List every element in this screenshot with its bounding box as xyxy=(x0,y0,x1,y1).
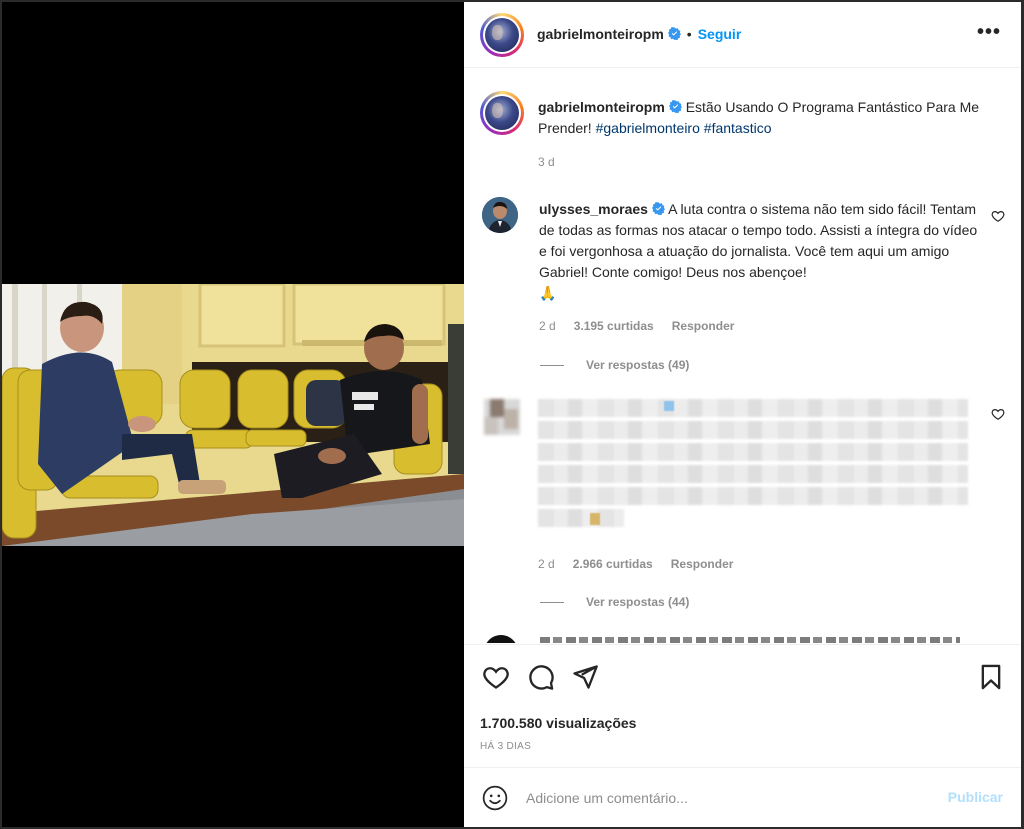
comment-input[interactable] xyxy=(526,786,926,810)
verified-badge-icon xyxy=(667,27,681,40)
replies-line xyxy=(540,365,564,367)
comment-item: 2 d 2.966 curtidas Responder Ver respostas… xyxy=(464,395,1021,615)
partial-comment-text xyxy=(540,637,960,643)
blurred-comment-line xyxy=(538,443,968,461)
blurred-comment-line xyxy=(538,487,968,505)
blurred-comment-line xyxy=(538,399,968,417)
like-comment-heart-icon[interactable] xyxy=(991,209,1005,223)
hashtag-link[interactable]: #fantastico xyxy=(704,120,772,136)
author-username[interactable]: gabrielmonteiropm xyxy=(537,26,664,42)
reply-button[interactable]: Responder xyxy=(671,557,734,571)
view-count[interactable]: 1.700.580 visualizações xyxy=(480,715,636,731)
caption-time: 3 d xyxy=(538,155,555,169)
comment-meta: 2 d 2.966 curtidas Responder xyxy=(538,557,733,571)
blurred-emoji xyxy=(590,513,600,525)
comment-time: 2 d xyxy=(539,319,556,333)
comment-time: 2 d xyxy=(538,557,555,571)
emoji-picker-icon[interactable] xyxy=(482,785,508,811)
commenter-avatar-blurred[interactable] xyxy=(484,399,520,435)
reply-button[interactable]: Responder xyxy=(672,319,735,333)
caption-username[interactable]: gabrielmonteiropm xyxy=(538,99,665,115)
commenter-avatar[interactable] xyxy=(482,197,518,233)
like-heart-icon[interactable] xyxy=(482,663,510,691)
commenter-username[interactable]: ulysses_moraes xyxy=(539,201,648,217)
blurred-badge xyxy=(664,401,674,411)
share-send-icon[interactable] xyxy=(571,663,599,691)
comment-body: ulysses_moraes A luta contra o sistema n… xyxy=(539,199,984,304)
blurred-comment-line xyxy=(538,509,624,527)
comment-composer: Publicar xyxy=(464,767,1021,827)
hashtag-link[interactable]: #gabrielmonteiro xyxy=(596,120,700,136)
pray-emoji: 🙏 xyxy=(539,285,557,301)
video-scene xyxy=(2,284,464,546)
commenter-avatar-partial[interactable] xyxy=(484,635,518,643)
verified-badge-icon xyxy=(668,100,682,113)
view-replies-button[interactable]: Ver respostas (44) xyxy=(540,595,689,609)
post-sidebar: gabrielmonteiropm • Seguir ••• gabrielmont… xyxy=(464,2,1021,827)
publish-button[interactable]: Publicar xyxy=(948,789,1003,805)
post-media[interactable] xyxy=(2,2,464,827)
verified-badge-icon xyxy=(651,202,665,215)
post-date: HÁ 3 DIAS xyxy=(480,741,532,752)
comment-item: ulysses_moraes A luta contra o sistema n… xyxy=(464,193,1021,373)
comment-meta: 2 d 3.195 curtidas Responder xyxy=(539,319,734,333)
view-replies-label: Ver respostas (44) xyxy=(586,595,690,609)
like-comment-heart-icon[interactable] xyxy=(991,407,1005,421)
caption-avatar[interactable] xyxy=(480,91,524,135)
view-replies-label: Ver respostas (49) xyxy=(586,358,690,372)
view-replies-button[interactable]: Ver respostas (49) xyxy=(540,358,689,372)
more-options-icon[interactable]: ••• xyxy=(977,22,1001,46)
caption-text-block: gabrielmonteiropm Estão Usando O Program… xyxy=(538,97,1003,139)
post-modal: gabrielmonteiropm • Seguir ••• gabrielmont… xyxy=(0,0,1024,829)
author-avatar[interactable] xyxy=(480,13,524,57)
post-actions: 1.700.580 visualizações HÁ 3 DIAS xyxy=(464,644,1021,767)
save-bookmark-icon[interactable] xyxy=(977,663,1005,691)
replies-line xyxy=(540,602,564,604)
comment-bubble-icon[interactable] xyxy=(527,663,555,691)
post-header: gabrielmonteiropm • Seguir ••• xyxy=(464,2,1021,68)
comment-likes[interactable]: 2.966 curtidas xyxy=(573,557,653,571)
follow-button[interactable]: Seguir xyxy=(698,26,742,42)
separator-dot: • xyxy=(686,26,692,42)
blurred-comment-line xyxy=(538,421,968,439)
blurred-comment-line xyxy=(538,465,968,483)
video-frame[interactable] xyxy=(2,284,464,546)
comments-list[interactable]: gabrielmonteiropm Estão Usando O Program… xyxy=(464,69,1021,643)
comment-likes[interactable]: 3.195 curtidas xyxy=(574,319,654,333)
